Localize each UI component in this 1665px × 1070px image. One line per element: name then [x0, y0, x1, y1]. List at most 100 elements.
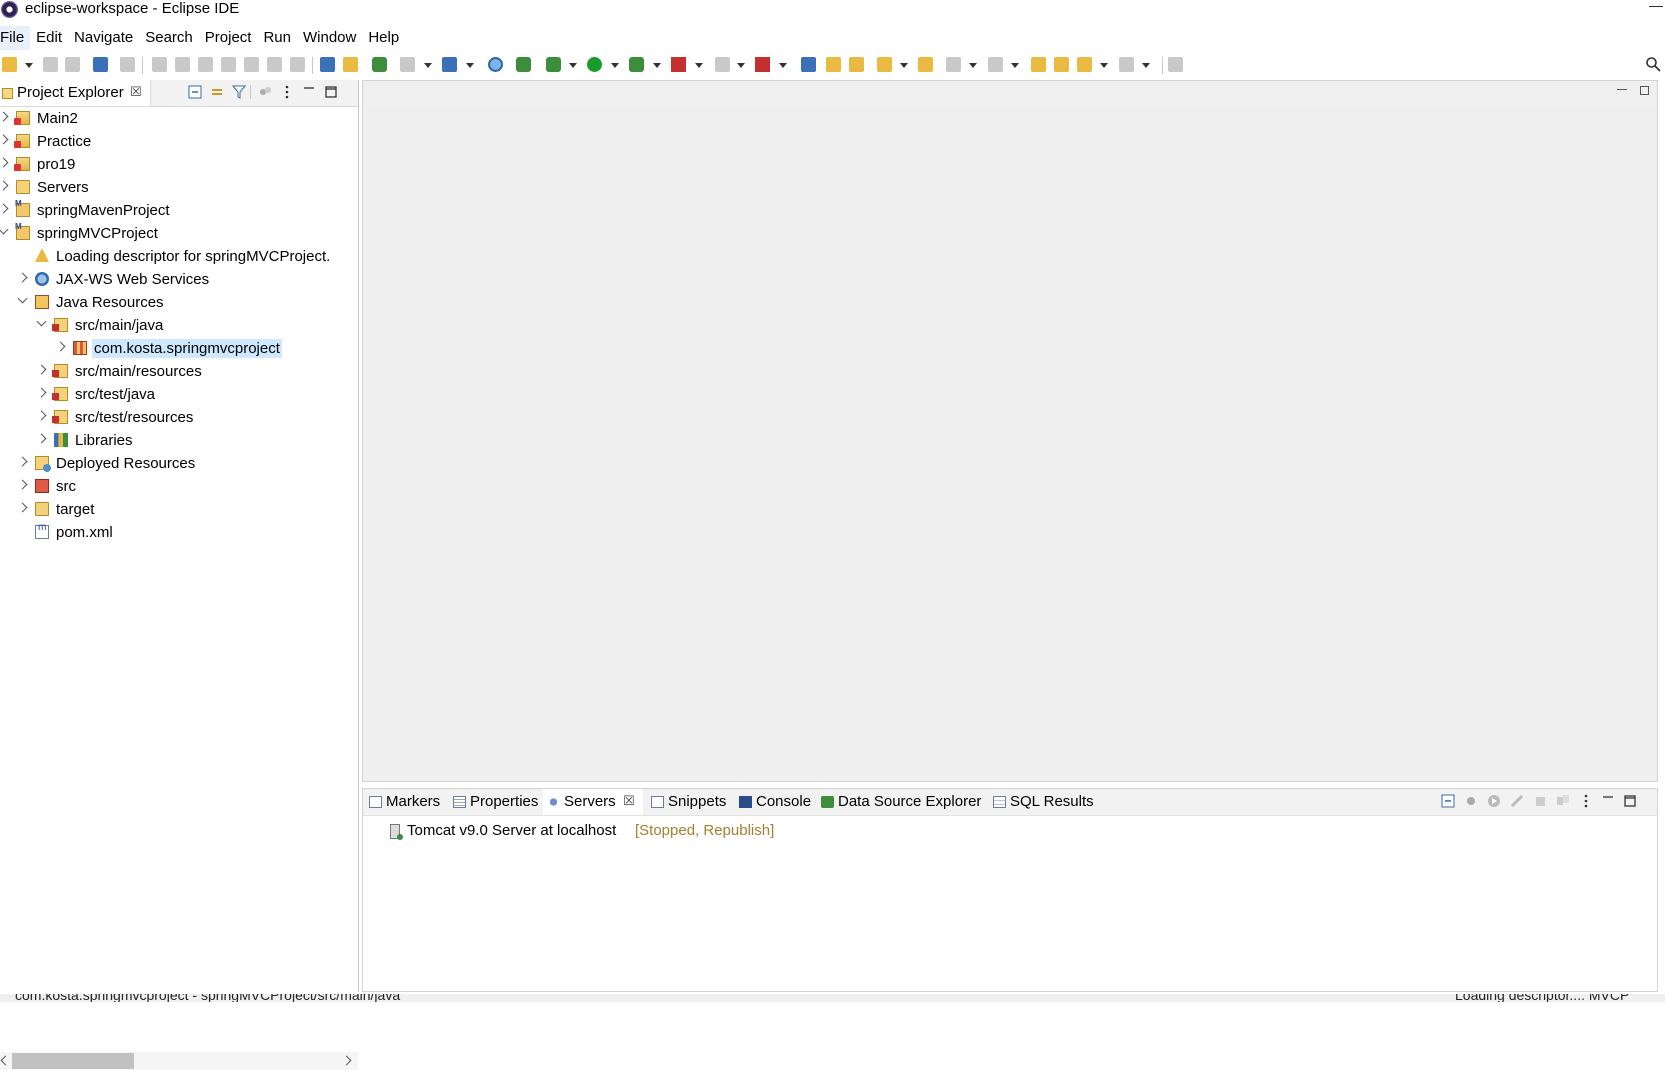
expand-closed-icon[interactable]	[0, 157, 9, 168]
new-server-dropdown-icon[interactable]	[424, 63, 432, 68]
tree-item[interactable]: com.kosta.springmvcproject	[0, 337, 358, 360]
forward-dropdown-icon[interactable]	[1142, 63, 1150, 68]
minimize-icon[interactable]	[302, 85, 316, 99]
debug-icon[interactable]	[546, 57, 561, 72]
suspend-icon[interactable]	[175, 57, 190, 72]
run-last-tool-icon[interactable]	[516, 57, 531, 72]
tree-item[interactable]: Loading descriptor for springMVCProject.	[0, 245, 358, 268]
tab-sql-results[interactable]: SQL Results	[989, 789, 1099, 815]
tree-item[interactable]: src/main/java	[0, 314, 358, 337]
collapse-all-icon[interactable]	[188, 85, 202, 99]
disconnect-icon[interactable]	[221, 57, 236, 72]
stop-server-icon[interactable]	[1533, 794, 1547, 808]
menu-file[interactable]: File	[0, 26, 31, 50]
tree-item[interactable]: target	[0, 498, 358, 521]
tree-item[interactable]: pro19	[0, 153, 358, 176]
scroll-left-icon[interactable]	[0, 1055, 11, 1066]
editor-maximize-icon[interactable]	[1640, 86, 1649, 95]
step-over-icon[interactable]	[267, 57, 282, 72]
minimize-window-icon[interactable]	[1649, 0, 1663, 7]
open-type-icon[interactable]	[93, 57, 108, 72]
terminate-launch-icon[interactable]	[755, 57, 770, 72]
forward-icon[interactable]	[1119, 57, 1134, 72]
coverage-dropdown-icon[interactable]	[653, 63, 661, 68]
start-server-icon[interactable]	[1487, 794, 1501, 808]
minimize-icon[interactable]	[1601, 794, 1615, 808]
skip-breakpoints-icon[interactable]	[120, 57, 135, 72]
new-java-icon[interactable]	[442, 57, 457, 72]
tab-data-source-explorer[interactable]: Data Source Explorer	[817, 789, 983, 815]
save-icon[interactable]	[43, 57, 58, 72]
tree-item[interactable]: springMavenProject	[0, 199, 358, 222]
web-browser-icon[interactable]	[488, 57, 503, 72]
coverage-icon[interactable]	[629, 57, 644, 72]
step-return-icon[interactable]	[290, 57, 305, 72]
expand-closed-icon[interactable]	[55, 341, 66, 352]
expand-open-icon[interactable]	[36, 316, 47, 327]
expand-closed-icon[interactable]	[17, 479, 28, 490]
profile-server-icon[interactable]	[1510, 794, 1524, 808]
back-icon[interactable]	[1077, 57, 1092, 72]
new-java-dropdown-icon[interactable]	[466, 63, 474, 68]
expand-closed-icon[interactable]	[17, 272, 28, 283]
tree-item[interactable]: src/test/resources	[0, 406, 358, 429]
tree-item[interactable]: pom.xml	[0, 521, 358, 544]
expand-open-icon[interactable]	[0, 224, 9, 235]
tab-project-explorer[interactable]: Project Explorer ☒	[0, 80, 151, 106]
maximize-icon[interactable]	[324, 85, 338, 99]
expand-closed-icon[interactable]	[0, 134, 9, 145]
expand-closed-icon[interactable]	[36, 410, 47, 421]
tab-servers[interactable]: Servers ☒	[543, 789, 643, 815]
open-folder-icon[interactable]	[826, 57, 841, 72]
pin-editor-icon[interactable]	[1168, 57, 1183, 72]
open-task-icon[interactable]	[918, 57, 933, 72]
stop-dropdown-icon[interactable]	[737, 63, 745, 68]
tree-item[interactable]: Practice	[0, 130, 358, 153]
run-dropdown-icon[interactable]	[611, 63, 619, 68]
expand-closed-icon[interactable]	[0, 203, 9, 214]
resume-icon[interactable]	[152, 57, 167, 72]
expand-closed-icon[interactable]	[17, 502, 28, 513]
stop-icon[interactable]	[715, 57, 730, 72]
external-tools-icon[interactable]	[671, 57, 686, 72]
open-file-icon[interactable]	[849, 57, 864, 72]
new-icon[interactable]	[2, 57, 17, 72]
new-server-icon[interactable]	[400, 57, 415, 72]
tree-item[interactable]: JAX-WS Web Services	[0, 268, 358, 291]
tab-snippets[interactable]: Snippets	[647, 789, 731, 815]
tree-item[interactable]: src	[0, 475, 358, 498]
menu-search[interactable]: Search	[145, 26, 199, 50]
run-icon[interactable]	[587, 57, 602, 72]
link-editor-icon[interactable]	[343, 57, 358, 72]
tree-item[interactable]: springMVCProject	[0, 222, 358, 245]
previous-annotation-icon[interactable]	[988, 57, 1003, 72]
tree-item[interactable]: Main2	[0, 107, 358, 130]
menu-edit[interactable]: Edit	[36, 26, 68, 50]
terminate-dropdown-icon[interactable]	[779, 63, 787, 68]
filter-icon[interactable]	[232, 85, 246, 99]
launch-dropdown-icon[interactable]	[900, 63, 908, 68]
debug-server-icon[interactable]	[1464, 794, 1478, 808]
menu-navigate[interactable]: Navigate	[74, 26, 139, 50]
expand-closed-icon[interactable]	[0, 111, 9, 122]
collapse-all-icon[interactable]	[1441, 794, 1455, 808]
menu-project[interactable]: Project	[205, 26, 258, 50]
back-dropdown-icon[interactable]	[1100, 63, 1108, 68]
focus-icon[interactable]	[258, 85, 272, 99]
open-perspective-icon[interactable]	[801, 57, 816, 72]
maximize-icon[interactable]	[1623, 794, 1637, 808]
debug-dropdown-icon[interactable]	[569, 63, 577, 68]
edit-location-icon[interactable]	[1054, 57, 1069, 72]
expand-closed-icon[interactable]	[17, 456, 28, 467]
tab-console[interactable]: Console	[735, 789, 815, 815]
tree-item[interactable]: Java Resources	[0, 291, 358, 314]
external-tools-dropdown-icon[interactable]	[695, 63, 703, 68]
step-into-icon[interactable]	[244, 57, 259, 72]
next-annotation-dropdown-icon[interactable]	[969, 63, 977, 68]
next-annotation-icon[interactable]	[946, 57, 961, 72]
tree-item[interactable]: src/test/java	[0, 383, 358, 406]
new-dropdown-icon[interactable]	[25, 63, 33, 68]
link-with-editor-icon[interactable]	[210, 85, 224, 99]
view-menu-icon[interactable]	[280, 85, 294, 99]
close-icon[interactable]: ☒	[130, 84, 142, 100]
